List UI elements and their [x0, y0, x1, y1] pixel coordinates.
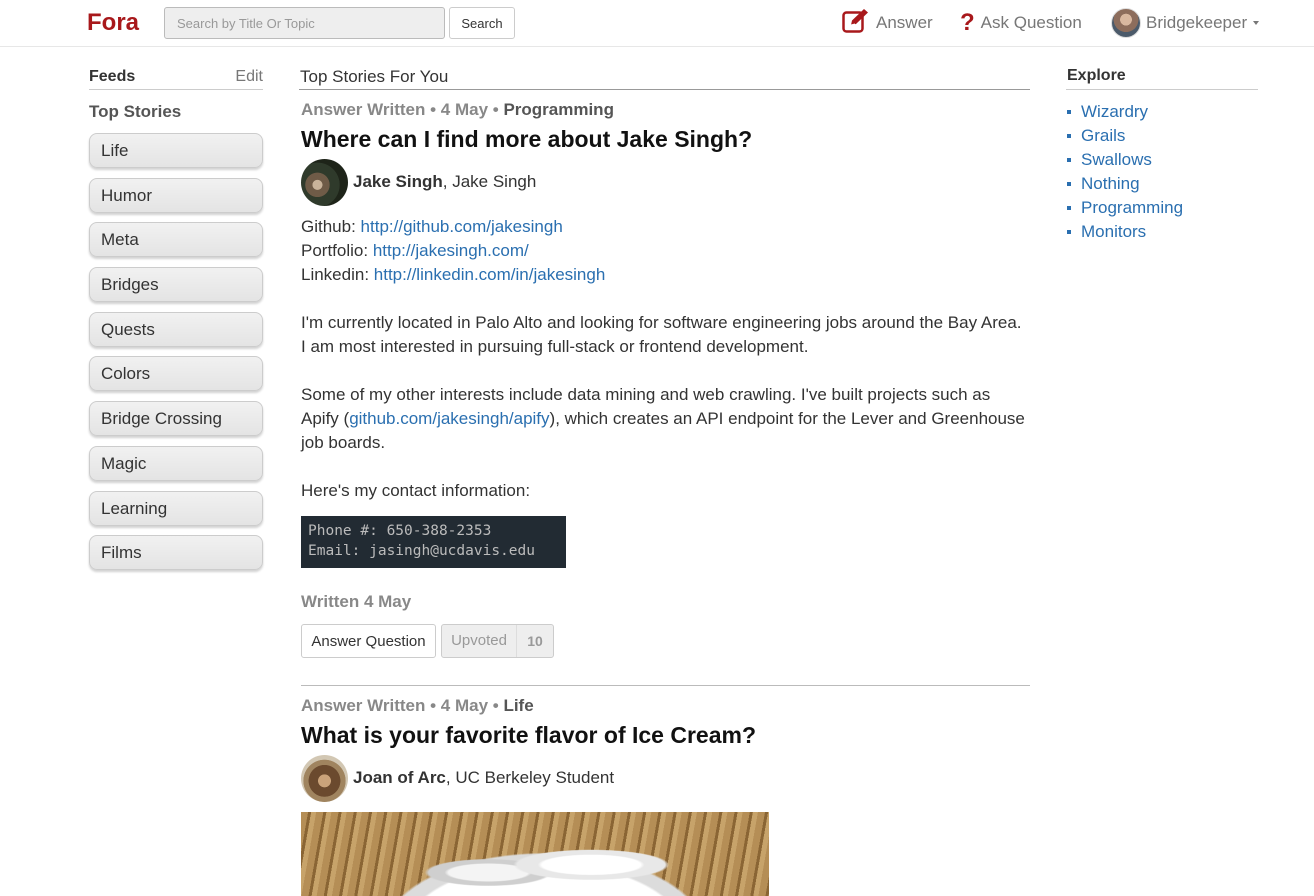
- portfolio-label: Portfolio:: [301, 241, 373, 260]
- question-title[interactable]: Where can I find more about Jake Singh?: [301, 126, 1030, 154]
- explore-link-monitors[interactable]: Monitors: [1081, 220, 1146, 244]
- author-row: Joan of Arc, UC Berkeley Student: [301, 754, 1030, 802]
- story-topic-link[interactable]: Programming: [503, 100, 614, 119]
- github-link[interactable]: http://github.com/jakesingh: [361, 217, 563, 236]
- edit-icon: [842, 8, 870, 39]
- top-navbar: Fora Search Answer ? Ask Question Bridge…: [0, 0, 1314, 47]
- linkedin-link[interactable]: http://linkedin.com/in/jakesingh: [374, 265, 606, 284]
- portfolio-link[interactable]: http://jakesingh.com/: [373, 241, 529, 260]
- answer-label: Answer: [876, 13, 933, 32]
- explore-item: Grails: [1066, 124, 1258, 148]
- answer-paragraph-3: Here's my contact information:: [301, 481, 531, 500]
- explore-item: Nothing: [1066, 172, 1258, 196]
- answer-paragraph-2: Some of my other interests include data …: [301, 385, 1025, 452]
- explore-item: Swallows: [1066, 148, 1258, 172]
- story-card: Answer Written • 4 May • Programming Whe…: [301, 100, 1030, 658]
- feed-item-bridges[interactable]: Bridges: [89, 267, 263, 303]
- story-meta: Answer Written • 4 May • Programming: [301, 100, 614, 119]
- explore-link-programming[interactable]: Programming: [1081, 196, 1183, 220]
- explore-link-grails[interactable]: Grails: [1081, 124, 1125, 148]
- code-line-phone: Phone #: 650-388-2353: [308, 523, 492, 539]
- answer-nav-link[interactable]: Answer: [842, 8, 933, 39]
- feeds-header: Feeds Edit: [89, 67, 263, 90]
- author-credential: , Jake Singh: [442, 172, 537, 191]
- explore-link-swallows[interactable]: Swallows: [1081, 148, 1152, 172]
- user-menu[interactable]: Bridgekeeper: [1111, 7, 1260, 39]
- feed-item-learning[interactable]: Learning: [89, 490, 263, 526]
- feed-item-meta[interactable]: Meta: [89, 222, 263, 258]
- ask-question-nav-link[interactable]: ? Ask Question: [960, 9, 1082, 37]
- main-heading: Top Stories For You: [299, 67, 1030, 90]
- feed-item-quests[interactable]: Quests: [89, 311, 263, 347]
- author-name[interactable]: Jake Singh: [353, 172, 443, 192]
- story-type: Answer Written: [301, 100, 426, 119]
- upvote-label: Upvoted: [442, 625, 517, 657]
- github-label: Github:: [301, 217, 361, 236]
- story-meta: Answer Written • 4 May • Life: [301, 696, 534, 715]
- top-stories-label: Top Stories: [89, 102, 182, 121]
- question-title[interactable]: What is your favorite flavor of Ice Crea…: [301, 722, 1030, 750]
- bullet-icon: [1067, 110, 1071, 114]
- explore-item: Monitors: [1066, 220, 1258, 244]
- story-type: Answer Written: [301, 696, 426, 715]
- answer-paragraph-1: I'm currently located in Palo Alto and l…: [301, 313, 1022, 356]
- bullet-icon: [1067, 230, 1071, 234]
- author-row: Jake Singh, Jake Singh: [301, 158, 1030, 206]
- answer-question-button[interactable]: Answer Question: [301, 624, 436, 658]
- story-date: 4 May: [440, 696, 489, 715]
- bullet-icon: [1067, 206, 1071, 210]
- feeds-title: Feeds: [89, 68, 136, 85]
- upvote-count: 10: [527, 633, 543, 649]
- explore-header: Explore: [1066, 67, 1258, 90]
- feed-item-humor[interactable]: Humor: [89, 177, 263, 213]
- story-date: 4 May: [440, 100, 489, 119]
- brand-logo[interactable]: Fora: [87, 9, 139, 37]
- explore-link-wizardry[interactable]: Wizardry: [1081, 100, 1148, 124]
- bullet-icon: [1067, 158, 1071, 162]
- question-mark-icon: ?: [960, 9, 975, 36]
- apify-link[interactable]: github.com/jakesingh/apify: [349, 409, 549, 428]
- linkedin-label: Linkedin:: [301, 265, 374, 284]
- feed-item-life[interactable]: Life: [89, 133, 263, 168]
- explore-item: Programming: [1066, 196, 1258, 220]
- username-label: Bridgekeeper: [1146, 13, 1248, 32]
- code-line-email: Email: jasingh@ucdavis.edu: [308, 542, 535, 559]
- feed-item-colors[interactable]: Colors: [89, 356, 263, 392]
- explore-item: Wizardry: [1066, 100, 1258, 124]
- explore-list: Wizardry Grails Swallows Nothing Program…: [1066, 100, 1258, 244]
- author-name[interactable]: Joan of Arc: [353, 768, 446, 788]
- author-avatar[interactable]: [301, 754, 348, 802]
- bullet-icon: [1067, 134, 1071, 138]
- story-actions: Answer Question Upvoted 10: [301, 624, 1030, 658]
- feeds-edit-link[interactable]: Edit: [235, 68, 263, 86]
- search-button[interactable]: Search: [449, 7, 515, 39]
- explore-link-nothing[interactable]: Nothing: [1081, 172, 1140, 196]
- story-card: Answer Written • 4 May • Life What is yo…: [301, 696, 1030, 896]
- answer-body: Github: http://github.com/jakesingh Port…: [301, 215, 1030, 503]
- ask-question-label: Ask Question: [980, 13, 1082, 32]
- feed-list: Life Humor Meta Bridges Quests Colors Br…: [89, 133, 263, 580]
- caret-down-icon: [1253, 21, 1260, 25]
- story-topic-link[interactable]: Life: [503, 696, 533, 715]
- feed-item-films[interactable]: Films: [89, 535, 263, 571]
- search-input[interactable]: [164, 7, 445, 39]
- written-date: Written 4 May: [301, 592, 412, 611]
- author-avatar[interactable]: [301, 158, 348, 206]
- author-credential: , UC Berkeley Student: [445, 768, 615, 787]
- feed-item-bridge-crossing[interactable]: Bridge Crossing: [89, 401, 263, 437]
- user-avatar: [1111, 8, 1141, 38]
- contact-code-block: Phone #: 650-388-2353 Email: jasingh@ucd…: [301, 516, 566, 568]
- feed-item-magic[interactable]: Magic: [89, 445, 263, 481]
- bullet-icon: [1067, 182, 1071, 186]
- upvote-button[interactable]: Upvoted 10: [441, 624, 554, 658]
- ice-cream-photo: [301, 812, 769, 896]
- story-divider: [301, 685, 1030, 686]
